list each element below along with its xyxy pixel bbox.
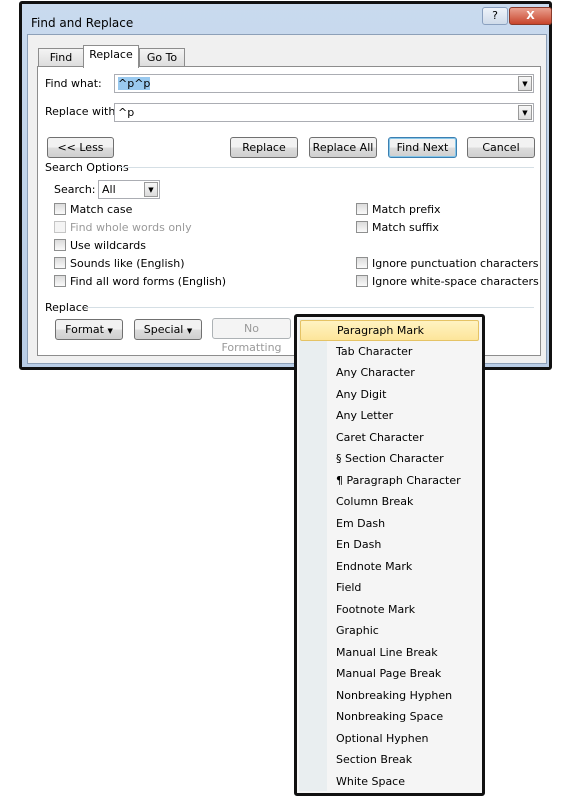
find-what-label: Find what: (45, 77, 102, 90)
cancel-button[interactable]: Cancel (467, 137, 535, 158)
menu-item[interactable]: Caret Character (300, 428, 479, 449)
checkbox-label: Find whole words only (70, 221, 192, 234)
menu-item[interactable]: White Space (300, 772, 479, 793)
replace-panel: Find what: ^p^p ▼ Replace with: ^p ▼ << … (37, 66, 541, 356)
search-options-group: Search Options (38, 161, 542, 174)
chevron-down-icon[interactable]: ▼ (518, 76, 532, 91)
checkbox-label: Match suffix (372, 221, 439, 234)
menu-item[interactable]: Tab Character (300, 342, 479, 363)
replace-with-combo[interactable]: ^p ▼ (114, 103, 534, 122)
replace-group: Replace (38, 301, 542, 314)
search-options-label: Search Options (45, 161, 129, 174)
no-formatting-button: No Formatting (212, 318, 291, 354)
less-button[interactable]: << Less (47, 137, 114, 158)
replace-button[interactable]: Replace (230, 137, 298, 158)
menu-item[interactable]: Em Dash (300, 514, 479, 535)
checkbox-box[interactable] (356, 203, 368, 215)
replace-with-label: Replace with: (45, 105, 120, 118)
checkbox-box[interactable] (356, 221, 368, 233)
sounds-like-checkbox[interactable]: Sounds like (English) (54, 257, 185, 271)
format-label: Format (65, 323, 104, 336)
menu-item[interactable]: ¶ Paragraph Character (300, 471, 479, 492)
checkbox-box[interactable] (54, 239, 66, 251)
replace-all-button[interactable]: Replace All (309, 137, 377, 158)
caret-down-icon: ▼ (186, 327, 193, 335)
ignore-punctuation-checkbox[interactable]: Ignore punctuation characters (356, 257, 538, 271)
menu-item[interactable]: § Section Character (300, 449, 479, 470)
match-case-checkbox[interactable]: Match case (54, 203, 132, 217)
checkbox-label: Ignore white-space characters (372, 275, 539, 288)
find-next-button[interactable]: Find Next (388, 137, 457, 158)
search-direction-value: All (102, 183, 116, 196)
checkbox-label: Match case (70, 203, 133, 216)
checkbox-label: Sounds like (English) (70, 257, 185, 270)
menu-item[interactable]: Nonbreaking Space (300, 707, 479, 728)
checkbox-box[interactable] (356, 257, 368, 269)
menu-item[interactable]: Field (300, 578, 479, 599)
checkbox-label: Use wildcards (70, 239, 146, 252)
find-what-input[interactable]: ^p^p (118, 77, 151, 90)
replace-group-label: Replace (45, 301, 89, 314)
menu-item[interactable]: Manual Line Break (300, 643, 479, 664)
menu-item[interactable]: Footnote Mark (300, 600, 479, 621)
menu-item[interactable]: Any Digit (300, 385, 479, 406)
checkbox-box[interactable] (54, 257, 66, 269)
menu-item[interactable]: Nonbreaking Hyphen (300, 686, 479, 707)
menu-item[interactable]: Endnote Mark (300, 557, 479, 578)
menu-item[interactable]: Manual Page Break (300, 664, 479, 685)
menu-item[interactable]: Column Break (300, 492, 479, 513)
find-what-combo[interactable]: ^p^p ▼ (114, 74, 534, 93)
format-button[interactable]: Format ▼ (55, 319, 123, 340)
caret-down-icon: ▼ (107, 327, 113, 335)
checkbox-box[interactable] (54, 203, 66, 215)
menu-item[interactable]: Any Letter (300, 406, 479, 427)
menu-item[interactable]: Optional Hyphen (300, 729, 479, 750)
chevron-down-icon[interactable]: ▼ (518, 105, 532, 120)
chevron-down-icon[interactable]: ▼ (144, 182, 158, 197)
search-direction-combo[interactable]: All ▼ (98, 180, 160, 199)
word-forms-checkbox[interactable]: Find all word forms (English) (54, 275, 226, 289)
tab-replace[interactable]: Replace (83, 45, 139, 68)
search-label: Search: (54, 183, 96, 196)
menu-item[interactable]: Section Break (300, 750, 479, 771)
tab-goto[interactable]: Go To (139, 48, 185, 67)
help-button[interactable]: ? (482, 7, 508, 25)
special-menu: Paragraph Mark Tab Character Any Character… (294, 314, 485, 796)
special-button[interactable]: Special ▼ (134, 319, 202, 340)
checkbox-label: Ignore punctuation characters (372, 257, 539, 270)
menu-item[interactable]: Any Character (300, 363, 479, 384)
menu-item[interactable]: Paragraph Mark (300, 320, 479, 341)
ignore-whitespace-checkbox[interactable]: Ignore white-space characters (356, 275, 539, 289)
checkbox-label: Find all word forms (English) (70, 275, 227, 288)
whole-words-checkbox: Find whole words only (54, 221, 192, 235)
menu-item[interactable]: En Dash (300, 535, 479, 556)
match-prefix-checkbox[interactable]: Match prefix (356, 203, 441, 217)
checkbox-label: Match prefix (372, 203, 441, 216)
tab-find[interactable]: Find (38, 48, 84, 67)
wildcards-checkbox[interactable]: Use wildcards (54, 239, 146, 253)
special-label: Special (143, 323, 184, 336)
checkbox-box (54, 221, 66, 233)
checkbox-box[interactable] (54, 275, 66, 287)
close-button[interactable]: X (509, 7, 552, 25)
checkbox-box[interactable] (356, 275, 368, 287)
menu-item[interactable]: Graphic (300, 621, 479, 642)
replace-with-input[interactable]: ^p (118, 106, 134, 119)
dialog-title: Find and Replace (31, 16, 134, 30)
match-suffix-checkbox[interactable]: Match suffix (356, 221, 439, 235)
